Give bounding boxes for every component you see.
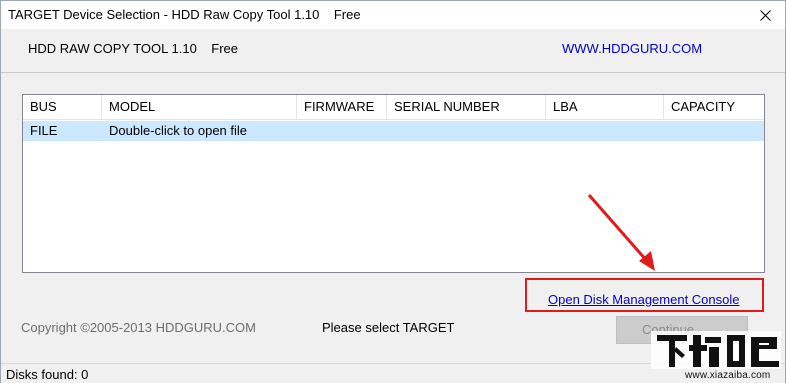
site-watermark: www.xiazaiba.com [649, 327, 783, 383]
watermark-url: www.xiazaiba.com [685, 370, 771, 381]
cell-serial-number [387, 121, 546, 141]
cell-capacity [664, 121, 764, 141]
dialog-window: TARGET Device Selection - HDD Raw Copy T… [0, 0, 786, 383]
status-message: Please select TARGET [322, 320, 455, 335]
cell-bus: FILE [30, 123, 58, 138]
close-icon [759, 9, 771, 21]
window-title: TARGET Device Selection - HDD Raw Copy T… [8, 7, 361, 22]
title-bar: TARGET Device Selection - HDD Raw Copy T… [1, 1, 785, 29]
cell-model: Double-click to open file [109, 123, 248, 138]
copyright-text: Copyright ©2005-2013 HDDGURU.COM [21, 320, 256, 335]
column-header-serial-number[interactable]: SERIAL NUMBER [387, 95, 546, 120]
disks-found-label: Disks found: 0 [6, 367, 89, 382]
app-header: HDD RAW COPY TOOL 1.10 Free WWW.HDDGURU.… [1, 29, 785, 73]
list-row-file[interactable]: FILE Double-click to open file [23, 121, 764, 141]
cell-firmware [297, 121, 387, 141]
list-header: BUS MODEL FIRMWARE SERIAL NUMBER LBA CAP… [23, 95, 764, 120]
column-header-model[interactable]: MODEL [102, 95, 297, 120]
cell-lba [546, 121, 664, 141]
column-header-bus[interactable]: BUS [23, 95, 102, 120]
open-disk-management-link[interactable]: Open Disk Management Console [548, 292, 740, 307]
website-link[interactable]: WWW.HDDGURU.COM [562, 41, 702, 56]
red-arrow-annotation [587, 194, 655, 271]
app-name-label: HDD RAW COPY TOOL 1.10 Free [28, 41, 238, 56]
column-header-firmware[interactable]: FIRMWARE [297, 95, 387, 120]
close-button[interactable] [745, 1, 785, 29]
column-header-capacity[interactable]: CAPACITY [664, 95, 764, 120]
watermark-logo-icon [651, 331, 781, 369]
column-header-lba[interactable]: LBA [546, 95, 664, 120]
